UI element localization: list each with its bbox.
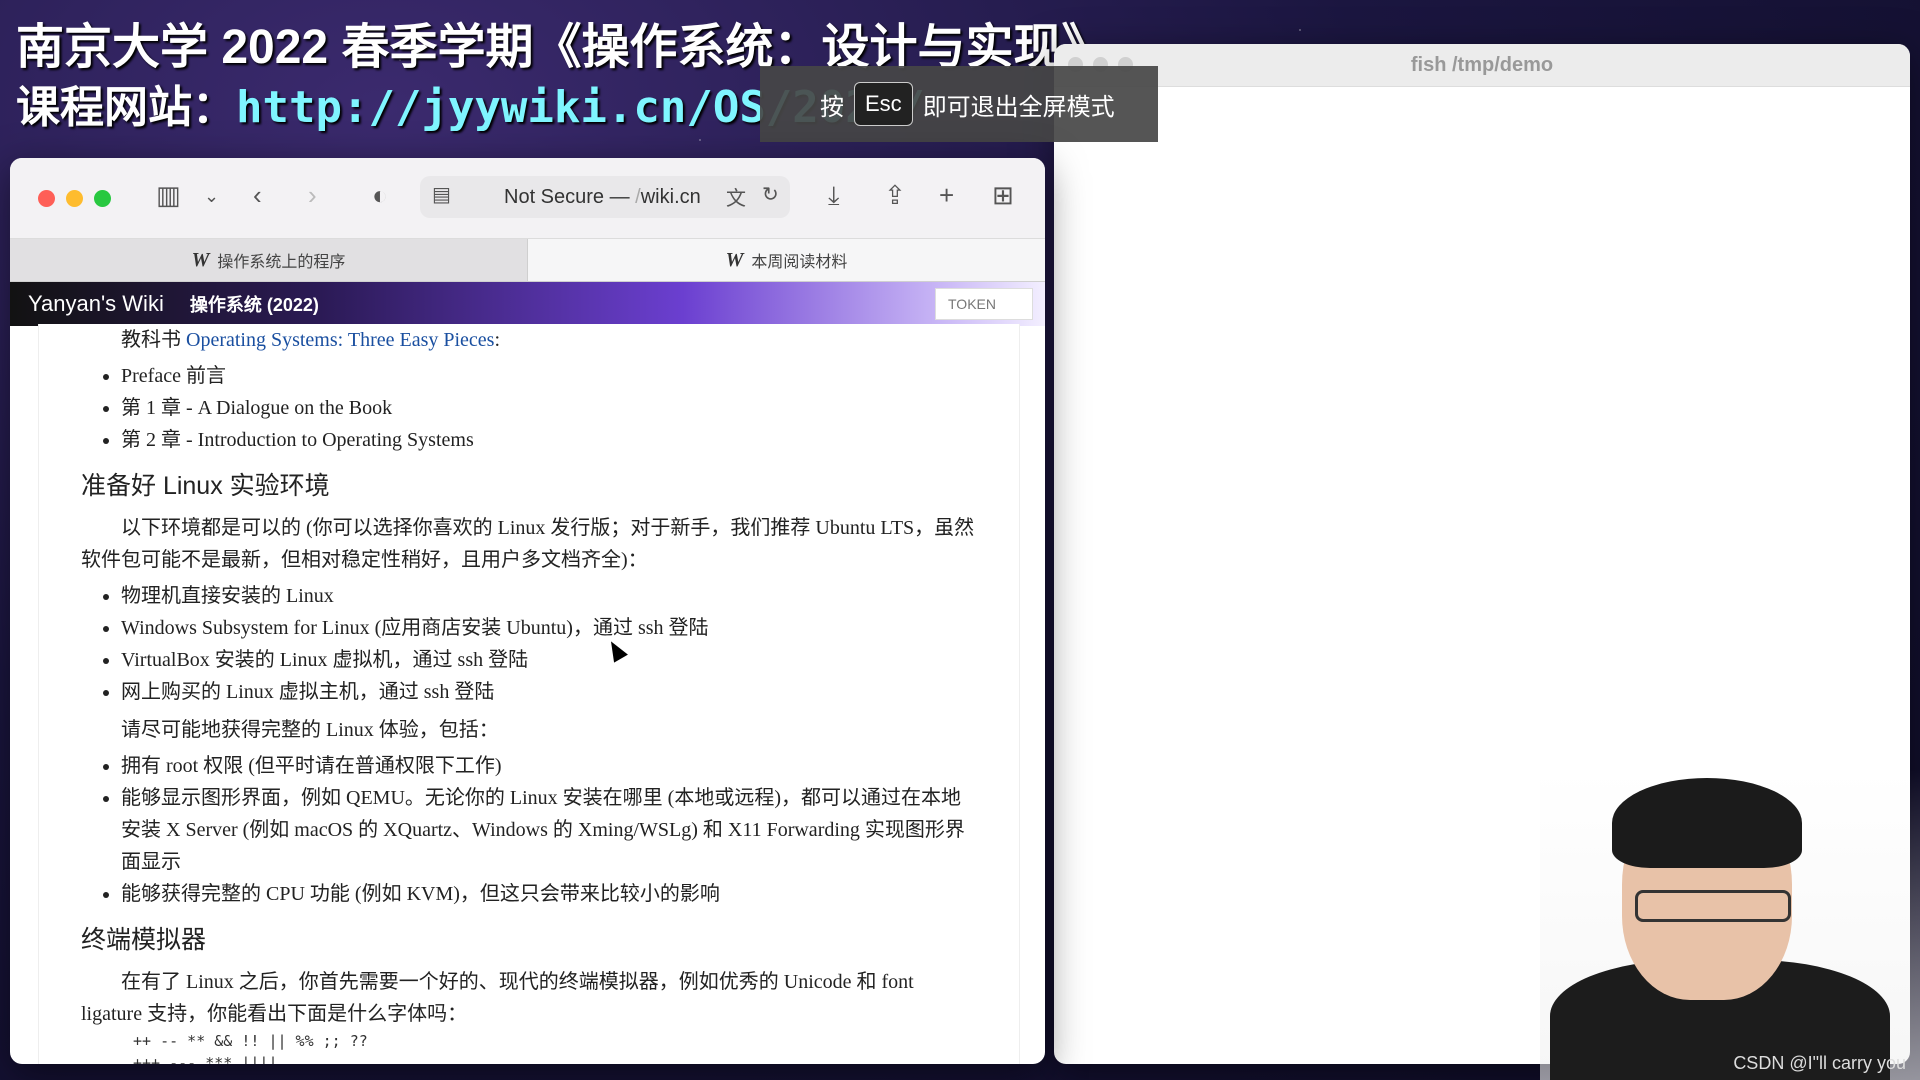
- fullscreen-hint-prefix: 按: [820, 93, 844, 121]
- presenter-hair: [1612, 778, 1802, 868]
- wiki-course[interactable]: 操作系统 (2022): [190, 291, 319, 317]
- minimize-button[interactable]: [66, 189, 83, 207]
- experience-list: 拥有 root 权限 (但平时请在普通权限下工作) 能够显示图形界面，例如 QE…: [81, 750, 979, 910]
- download-icon[interactable]: ⤓: [828, 180, 840, 212]
- address-security: Not Secure —: [504, 185, 630, 208]
- chapter-list: Preface 前言 第 1 章 - A Dialogue on the Boo…: [81, 360, 979, 456]
- chevron-down-icon[interactable]: ⌄: [204, 186, 219, 207]
- terminal-title: fish /tmp/demo: [1410, 53, 1554, 76]
- ligature-sample-1: ++ -- ** && !! || %% ;; ??: [133, 1032, 368, 1050]
- paragraph: 以下环境都是可以的 (你可以选择你喜欢的 Linux 发行版；对于新手，我们推荐…: [81, 517, 975, 571]
- forward-icon[interactable]: ›: [308, 180, 317, 211]
- wiki-brand[interactable]: Yanyan's Wiki: [28, 291, 164, 317]
- fullscreen-hint-suffix: 即可退出全屏模式: [922, 93, 1115, 121]
- tab-overview-icon[interactable]: ⊞: [992, 180, 1014, 211]
- address-bar[interactable]: ▤ Not Secure — /wiki.cn 文 ↻: [420, 176, 790, 218]
- back-icon[interactable]: ‹: [253, 180, 262, 211]
- fullscreen-hint: 按 Esc 即可退出全屏模式: [760, 66, 1158, 142]
- shield-icon[interactable]: ◐: [372, 180, 388, 211]
- textbook-line: 教科书 Operating Systems: Three Easy Pieces…: [121, 329, 501, 351]
- list-item: Windows Subsystem for Linux (应用商店安装 Ubun…: [121, 612, 979, 644]
- zoom-button[interactable]: [94, 189, 111, 207]
- close-button[interactable]: [38, 189, 55, 207]
- wiki-favicon-icon: W: [191, 248, 210, 271]
- tab-bar: W 操作系统上的程序 W 本周阅读材料: [10, 239, 1045, 282]
- list-item: 能够显示图形界面，例如 QEMU。无论你的 Linux 安装在哪里 (本地或远程…: [121, 782, 979, 878]
- page-icon: ▤: [432, 184, 451, 206]
- terminal-titlebar[interactable]: fish /tmp/demo: [1054, 44, 1910, 87]
- section-heading-terminal: 终端模拟器: [81, 926, 207, 954]
- reload-icon[interactable]: ↻: [762, 182, 779, 207]
- webcam-overlay: CSDN @I"ll carry you: [1540, 770, 1920, 1080]
- list-item: 物理机直接安装的 Linux: [121, 580, 979, 612]
- browser-toolbar: ▥ ⌄ ‹ › ◐ ▤ Not Secure — /wiki.cn 文 ↻ ⤓ …: [10, 158, 1045, 239]
- tab-label: 操作系统上的程序: [217, 254, 346, 271]
- watermark: CSDN @I"ll carry you: [1733, 1053, 1906, 1073]
- sidebar-toggle-icon[interactable]: ▥: [156, 180, 181, 211]
- list-item: 第 1 章 - A Dialogue on the Book: [121, 392, 979, 424]
- list-item: VirtualBox 安装的 Linux 虚拟机，通过 ssh 登陆: [121, 644, 979, 676]
- textbook-link[interactable]: Operating Systems: Three Easy Pieces: [186, 329, 494, 351]
- ligature-sample-2: +++ --- *** ||||: [133, 1054, 278, 1064]
- list-item: 能够获得完整的 CPU 功能 (例如 KVM)，但这只会带来比较小的影响: [121, 878, 979, 910]
- article-content: 教科书 Operating Systems: Three Easy Pieces…: [38, 324, 1020, 1064]
- tab-label: 本周阅读材料: [751, 254, 848, 271]
- presenter-glasses: [1635, 890, 1791, 922]
- list-item: 第 2 章 - Introduction to Operating System…: [121, 424, 979, 456]
- tab-weekly-reading[interactable]: W 本周阅读材料: [528, 239, 1045, 281]
- list-item: 网上购买的 Linux 虚拟主机，通过 ssh 登陆: [121, 676, 979, 708]
- address-text: Not Secure — /wiki.cn: [504, 185, 701, 208]
- wiki-header: Yanyan's Wiki 操作系统 (2022) TOKEN: [10, 282, 1045, 326]
- tab-programs-on-os[interactable]: W 操作系统上的程序: [10, 239, 528, 281]
- share-icon[interactable]: ⇪: [884, 180, 906, 211]
- paragraph: 在有了 Linux 之后，你首先需要一个好的、现代的终端模拟器，例如优秀的 Un…: [81, 971, 914, 1025]
- translate-icon[interactable]: 文: [726, 182, 746, 211]
- browser-window[interactable]: ▥ ⌄ ‹ › ◐ ▤ Not Secure — /wiki.cn 文 ↻ ⤓ …: [10, 158, 1045, 1064]
- token-input[interactable]: TOKEN: [935, 288, 1033, 320]
- address-domain: wiki.cn: [640, 185, 701, 208]
- list-item: Preface 前言: [121, 360, 979, 392]
- wiki-favicon-icon: W: [725, 248, 744, 271]
- course-website-label: 课程网站：: [16, 83, 236, 132]
- new-tab-icon[interactable]: +: [939, 180, 954, 211]
- env-options-list: 物理机直接安装的 Linux Windows Subsystem for Lin…: [81, 580, 979, 708]
- traffic-lights: [38, 189, 111, 207]
- paragraph: 请尽可能地获得完整的 Linux 体验，包括：: [121, 719, 499, 741]
- section-heading-linux-env: 准备好 Linux 实验环境: [81, 472, 330, 500]
- list-item: 拥有 root 权限 (但平时请在普通权限下工作): [121, 750, 979, 782]
- esc-key: Esc: [854, 82, 913, 126]
